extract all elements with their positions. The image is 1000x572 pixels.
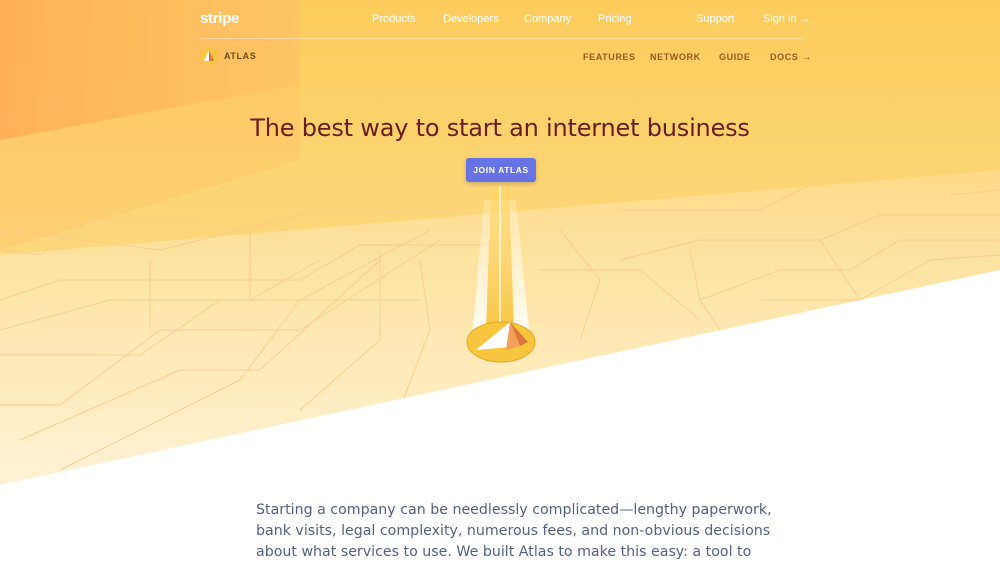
nav-company[interactable]: Company (524, 13, 571, 25)
top-navigation: stripe Products Developers Company Prici… (0, 0, 1000, 38)
subnav-network[interactable]: NETWORK (650, 52, 701, 62)
nav-links: Products Developers Company Pricing Supp… (0, 13, 1000, 27)
signin-label: Sign in (763, 13, 797, 25)
subnav-features[interactable]: FEATURES (583, 52, 636, 62)
subnav-guide[interactable]: GUIDE (719, 52, 751, 62)
atlas-subnav: ATLAS FEATURES NETWORK GUIDE DOCS → (0, 38, 1000, 76)
intro-paragraph: Starting a company can be needlessly com… (256, 500, 772, 563)
intro-line: bank visits, legal complexity, numerous … (256, 523, 771, 539)
docs-label: DOCS (770, 52, 799, 62)
subnav-docs[interactable]: DOCS → (770, 52, 812, 63)
nav-pricing[interactable]: Pricing (598, 13, 632, 25)
atlas-triangle-icon[interactable] (200, 47, 218, 65)
nav-signin[interactable]: Sign in → (763, 13, 810, 25)
hero-section: stripe Products Developers Company Prici… (0, 0, 1000, 572)
map-marker-icon (466, 321, 536, 363)
arrow-right-icon: → (799, 14, 810, 25)
hero-headline: The best way to start an internet busine… (250, 114, 750, 142)
intro-line: about what services to use. We built Atl… (256, 544, 752, 560)
arrow-right-icon: → (801, 52, 813, 63)
nav-developers[interactable]: Developers (443, 13, 499, 25)
atlas-product-name[interactable]: ATLAS (224, 51, 256, 61)
nav-support[interactable]: Support (696, 13, 735, 25)
nav-products[interactable]: Products (372, 13, 415, 25)
intro-line: Starting a company can be needlessly com… (256, 502, 772, 518)
join-atlas-button[interactable]: JOIN ATLAS (466, 158, 536, 182)
hero-map-background (0, 0, 1000, 572)
